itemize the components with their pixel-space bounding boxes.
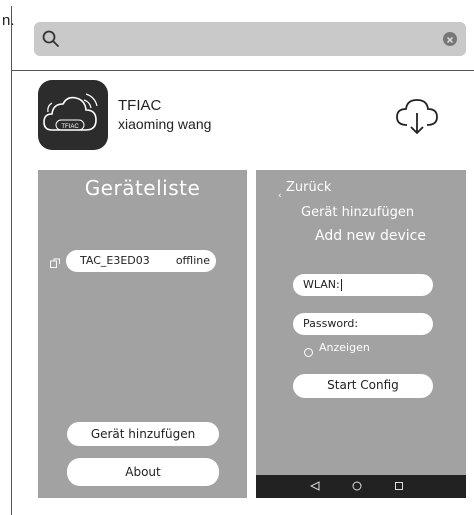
device-name: TAC_E3ED03 xyxy=(80,254,150,267)
nav-home-icon[interactable] xyxy=(352,481,362,491)
app-logo-cloud-icon: TFIAC xyxy=(43,93,98,131)
stray-text: n. xyxy=(2,12,15,29)
password-field[interactable]: Password: xyxy=(293,313,433,335)
search-icon xyxy=(42,30,59,47)
add-device-button[interactable]: Gerät hinzufügen xyxy=(67,422,219,446)
show-password-label: Anzeigen xyxy=(319,341,370,354)
search-input[interactable] xyxy=(68,26,432,54)
nav-recent-icon[interactable] xyxy=(394,481,404,491)
add-device-title-de: Gerät hinzufügen xyxy=(301,205,415,220)
divider-horizontal xyxy=(11,70,474,71)
wlan-field[interactable]: WLAN: xyxy=(293,274,433,296)
app-name: TFIAC xyxy=(118,97,162,114)
device-status: offline xyxy=(175,254,210,267)
password-label: Password: xyxy=(303,317,359,330)
add-device-panel: ‹ Zurück Gerät hinzufügen Add new device… xyxy=(256,170,466,498)
device-list-title: Geräteliste xyxy=(84,176,201,200)
device-list-item[interactable]: TAC_E3ED03 offline xyxy=(66,250,216,272)
divider-vertical xyxy=(11,6,12,515)
about-button[interactable]: About xyxy=(67,458,219,486)
app-icon-label: TFIAC xyxy=(61,124,79,130)
android-nav-bar xyxy=(256,475,466,498)
wlan-label: WLAN: xyxy=(303,278,340,291)
device-list-panel: Geräteliste TAC_E3ED03 offline Gerät hin… xyxy=(38,170,247,498)
back-chevron-icon[interactable]: ‹ xyxy=(278,191,282,201)
device-icon xyxy=(50,258,60,268)
cloud-download-icon[interactable] xyxy=(393,95,441,139)
clear-icon[interactable] xyxy=(443,32,457,46)
nav-back-icon[interactable] xyxy=(310,481,320,491)
text-cursor xyxy=(340,279,342,291)
search-bar[interactable] xyxy=(34,22,466,56)
back-link[interactable]: Zurück xyxy=(286,180,331,195)
start-config-button[interactable]: Start Config xyxy=(293,374,433,398)
app-icon[interactable]: TFIAC xyxy=(38,80,108,150)
add-device-title-en: Add new device xyxy=(315,228,426,244)
show-password-radio[interactable] xyxy=(304,348,313,357)
app-developer: xiaoming wang xyxy=(118,116,212,132)
